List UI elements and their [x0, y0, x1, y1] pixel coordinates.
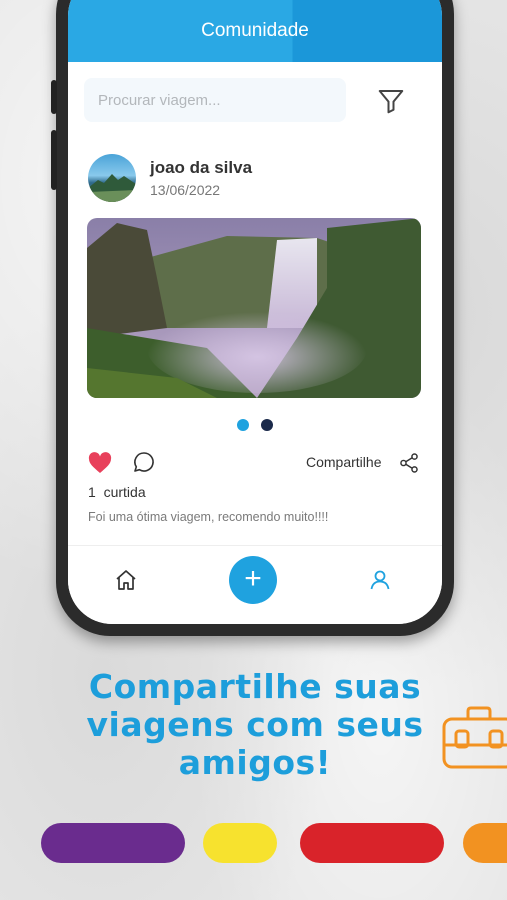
app-screen: Comunidade joao da silva 13/06/2022	[68, 0, 442, 624]
bottom-navigation: +	[68, 545, 442, 624]
home-icon[interactable]	[114, 568, 138, 592]
likes-count: 1 curtida	[88, 484, 146, 500]
post-caption: Foi uma ótima viagem, recomendo muito!!!…	[88, 510, 329, 524]
search-input[interactable]	[84, 78, 346, 122]
app-header: Comunidade	[68, 0, 442, 62]
carousel-dot[interactable]	[261, 419, 273, 431]
post-photo[interactable]	[87, 218, 421, 398]
post-date: 13/06/2022	[150, 182, 221, 198]
phone-frame: Comunidade joao da silva 13/06/2022	[51, 0, 454, 636]
suitcase-icon	[442, 706, 507, 769]
share-button[interactable]: Compartilhe	[306, 454, 381, 470]
decor-pill-red	[300, 823, 444, 863]
decor-pill-orange	[463, 823, 507, 863]
page-title: Comunidade	[201, 20, 309, 41]
decor-pill-purple	[41, 823, 185, 863]
carousel-indicator	[68, 418, 442, 432]
likes-label: curtida	[103, 484, 146, 500]
promo-headline: Compartilhe suas viagens com seus amigos…	[86, 667, 424, 782]
post-author[interactable]: joao da silva	[150, 158, 252, 178]
comment-icon[interactable]	[132, 450, 156, 474]
phone-side-button	[51, 80, 57, 114]
user-icon[interactable]	[368, 568, 392, 592]
add-post-button[interactable]: +	[229, 556, 277, 604]
share-icon[interactable]	[398, 452, 420, 474]
avatar[interactable]	[88, 154, 136, 202]
likes-number: 1	[88, 484, 96, 500]
carousel-dot-active[interactable]	[237, 419, 249, 431]
filter-icon[interactable]	[376, 86, 406, 116]
decor-pill-yellow	[203, 823, 277, 863]
phone-side-button	[51, 130, 57, 190]
heart-icon[interactable]	[88, 452, 112, 474]
